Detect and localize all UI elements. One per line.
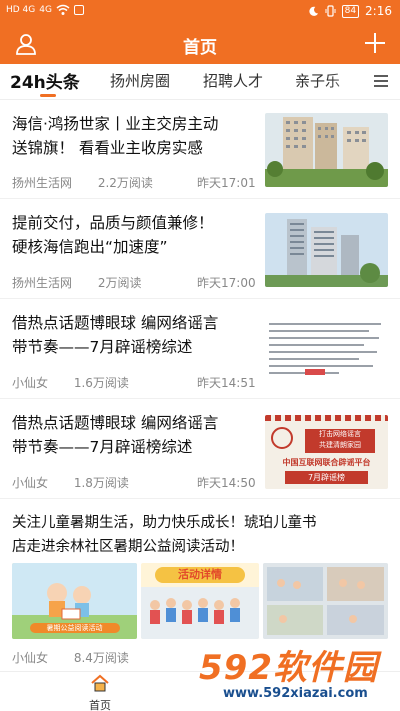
moon-icon <box>308 6 318 16</box>
article-thumbnail <box>265 213 388 287</box>
signal-indicators: HD 4G 4G <box>6 4 84 16</box>
title-line: 借热点话题博眼球 编网络谣言 <box>12 414 219 432</box>
emblem-icon <box>271 427 293 449</box>
list-item[interactable]: 借热点话题博眼球 编网络谣言 带节奏——7月辟谣榜综述 小仙女 1.8万阅读 昨… <box>0 399 400 499</box>
article-reads: 2.2万阅读 <box>97 176 153 190</box>
article-thumbnail <box>265 313 388 387</box>
article-source: 小仙女 <box>12 476 49 490</box>
article-source: 小仙女 <box>12 651 49 665</box>
title-line: 海信·鸿扬世家丨业主交房主动 <box>12 115 219 133</box>
article-meta: 小仙女 8.4万阅读 <box>12 649 151 666</box>
battery-icon: 84 <box>341 4 360 18</box>
signal-icon-2: 4G <box>39 5 52 15</box>
poster-month-text: 7月辟谣榜 <box>285 471 368 484</box>
article-time: 昨天14:50 <box>197 476 256 490</box>
article-title: 海信·鸿扬世家丨业主交房主动 送锦旗！ 看看业主收房实感 <box>12 112 218 160</box>
document-photo <box>265 313 388 387</box>
title-line: 带节奏——7月辟谣榜综述 <box>12 438 193 456</box>
poster-banner: 打击网络谣言 共建清朗家园 <box>305 429 375 453</box>
building-photo <box>265 113 388 187</box>
article-title: 借热点话题博眼球 编网络谣言 带节奏——7月辟谣榜综述 <box>12 311 218 359</box>
status-bar: HD 4G 4G 84 2:16 <box>0 0 400 24</box>
vibrate-icon <box>325 5 336 17</box>
article-meta: 扬州生活网 2万阅读 <box>12 274 163 291</box>
tab-yangzhou-house[interactable]: 扬州房圈 <box>110 70 170 91</box>
menu-icon[interactable] <box>372 72 390 90</box>
image-caption: 活动详情 <box>155 567 245 583</box>
poster-border <box>265 415 388 421</box>
poster-sub-text: 共建清朗家园 <box>319 441 361 449</box>
list-item[interactable]: 借热点话题博眼球 编网络谣言 带节奏——7月辟谣榜综述 小仙女 1.6万阅读 昨… <box>0 299 400 399</box>
article-image: 活动详情 <box>141 563 259 639</box>
article-reads: 1.6万阅读 <box>73 376 129 390</box>
article-time: 昨天17:00 <box>197 276 256 290</box>
tab-fade <box>330 64 370 98</box>
article-source: 扬州生活网 <box>12 176 73 190</box>
article-title: 提前交付，品质与颜值兼修！ 硬核海信跑出“加速度” <box>12 211 214 259</box>
title-line: 店走进余林社区暑期公益阅读活动！ <box>12 539 244 555</box>
article-image <box>263 563 388 639</box>
image-caption: 暑期公益阅读活动 <box>46 624 103 632</box>
list-item[interactable]: 海信·鸿扬世家丨业主交房主动 送锦旗！ 看看业主收房实感 扬州生活网 2.2万阅… <box>0 101 400 199</box>
category-tabs: 24h头条 扬州房圈 招聘人才 亲子乐 <box>0 64 400 100</box>
signal-icon: HD 4G <box>6 5 36 15</box>
tower-photo <box>265 213 388 287</box>
title-line: 带节奏——7月辟谣榜综述 <box>12 338 193 356</box>
poster-main-text: 中国互联网联合辟谣平台 <box>282 458 371 467</box>
tab-jobs[interactable]: 招聘人才 <box>203 70 263 91</box>
article-reads: 2万阅读 <box>97 276 142 290</box>
page-title: 首页 <box>183 38 217 58</box>
article-title: 关注儿童暑期生活，助力快乐成长！琥珀儿童书 店走进余林社区暑期公益阅读活动！ <box>12 511 317 559</box>
title-line: 关注儿童暑期生活，助力快乐成长！琥珀儿童书 <box>12 515 317 531</box>
poster-top-text: 打击网络谣言 <box>319 430 361 438</box>
article-thumbnail <box>265 113 388 187</box>
wifi-icon <box>56 4 70 15</box>
article-image: 暑期公益阅读活动 <box>12 563 137 639</box>
tab-active-indicator <box>40 94 56 97</box>
article-meta: 扬州生活网 2.2万阅读 <box>12 174 175 191</box>
article-reads: 1.8万阅读 <box>73 476 129 490</box>
home-icon <box>91 674 109 692</box>
title-line: 提前交付，品质与颜值兼修！ <box>12 214 214 232</box>
watermark-url: www.592xiazai.com <box>223 686 368 701</box>
plus-icon[interactable] <box>362 30 388 56</box>
app-header: 首页 <box>0 24 400 64</box>
rumor-poster: 打击网络谣言 共建清朗家园 中国互联网联合辟谣平台 7月辟谣榜 <box>265 415 388 489</box>
article-time: 昨天14:51 <box>197 376 256 390</box>
article-reads: 8.4万阅读 <box>73 651 129 665</box>
activity-photo <box>263 563 388 639</box>
article-meta: 小仙女 1.8万阅读 <box>12 474 151 491</box>
article-meta: 小仙女 1.6万阅读 <box>12 374 151 391</box>
watermark-logo: 592软件园 www.592xiazai.com <box>195 640 400 711</box>
article-source: 小仙女 <box>12 376 49 390</box>
article-title: 借热点话题博眼球 编网络谣言 带节奏——7月辟谣榜综述 <box>12 411 218 459</box>
clock: 2:16 <box>365 4 392 18</box>
tab-24h[interactable]: 24h头条 <box>10 68 80 93</box>
article-thumbnail: 打击网络谣言 共建清朗家园 中国互联网联合辟谣平台 7月辟谣榜 <box>265 415 388 489</box>
group-photo <box>141 587 259 639</box>
title-line: 硬核海信跑出“加速度” <box>12 238 168 256</box>
notification-icon <box>73 5 84 15</box>
nav-home[interactable]: 首页 <box>80 674 120 711</box>
article-time: 昨天17:01 <box>197 176 256 190</box>
article-source: 扬州生活网 <box>12 276 73 290</box>
nav-home-label: 首页 <box>89 699 111 711</box>
list-item[interactable]: 提前交付，品质与颜值兼修！ 硬核海信跑出“加速度” 扬州生活网 2万阅读 昨天1… <box>0 199 400 299</box>
watermark-brand: 592软件园 <box>199 648 378 688</box>
title-line: 借热点话题博眼球 编网络谣言 <box>12 314 219 332</box>
title-line: 送锦旗！ 看看业主收房实感 <box>12 139 203 157</box>
